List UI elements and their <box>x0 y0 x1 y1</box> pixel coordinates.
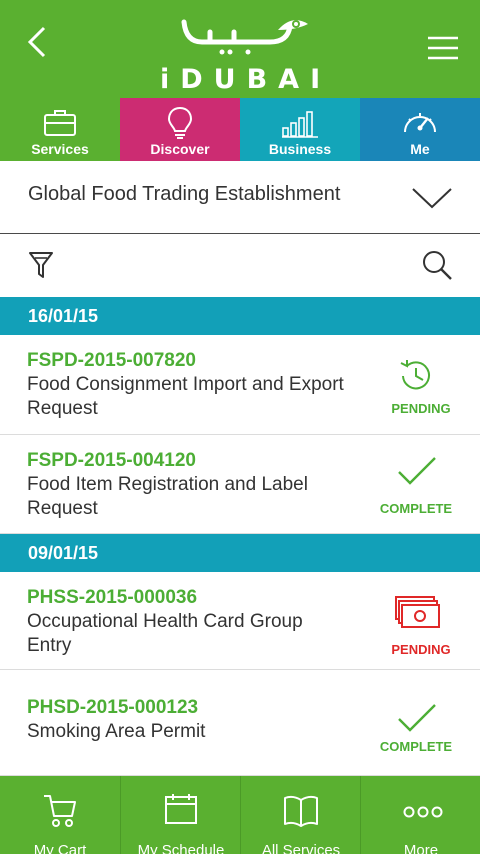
nav-my-schedule[interactable]: My Schedule <box>120 776 240 854</box>
request-id: FSPD-2015-007820 <box>27 350 196 371</box>
request-row[interactable]: PHSS-2015-000036 Occupational Health Car… <box>0 572 480 670</box>
tab-label: Business <box>268 141 332 157</box>
entity-name: Global Food Trading Establishment <box>28 183 341 205</box>
back-button[interactable] <box>22 22 58 62</box>
status-label: PENDING <box>391 401 451 416</box>
checkmark-icon <box>398 457 436 485</box>
tab-discover[interactable]: Discover <box>120 98 240 161</box>
tab-label: Me <box>410 141 430 157</box>
request-id: PHSS-2015-000036 <box>27 587 198 608</box>
entity-selector[interactable]: Global Food Trading Establishment <box>0 161 480 234</box>
more-dots-icon <box>403 806 443 818</box>
nav-label: My Cart <box>33 842 87 854</box>
search-icon <box>423 251 452 280</box>
bottom-nav: My Cart My Schedule All Services More <box>0 776 480 854</box>
request-row[interactable]: FSPD-2015-004120 Food Item Registration … <box>0 435 480 534</box>
cart-icon <box>44 795 76 827</box>
nav-more[interactable]: More <box>360 776 480 854</box>
request-row[interactable]: PHSD-2015-000123 Smoking Area Permit COM… <box>0 670 480 776</box>
nav-label: All Services <box>261 842 341 854</box>
list-toolbar <box>0 234 480 297</box>
request-title: Food Consignment Import and Export Reque… <box>27 374 344 419</box>
tab-label: Discover <box>150 141 210 157</box>
filter-button[interactable] <box>28 250 54 285</box>
chevron-left-icon <box>27 26 46 58</box>
logo-calligraphy-icon <box>181 19 308 55</box>
checkmark-icon <box>398 704 436 732</box>
nav-all-services[interactable]: All Services <box>240 776 360 854</box>
briefcase-icon <box>44 110 76 136</box>
idubai-logo: iDUBAI <box>150 8 332 95</box>
app-header: iDUBAI <box>0 0 480 98</box>
menu-button[interactable] <box>424 34 462 62</box>
logo-text: iDUBAI <box>160 64 332 95</box>
tab-label: Services <box>31 141 89 157</box>
calendar-icon <box>165 794 197 824</box>
request-title: Food Item Registration and Label Request <box>27 474 308 519</box>
tab-services[interactable]: Services <box>0 98 120 161</box>
tab-business[interactable]: Business <box>240 98 360 161</box>
nav-my-cart[interactable]: My Cart <box>0 776 120 854</box>
book-icon <box>284 795 318 827</box>
request-title: Occupational Health Card Group Entry <box>27 611 303 656</box>
bar-chart-icon <box>282 111 318 138</box>
payment-cash-icon <box>395 596 440 628</box>
nav-label: My Schedule <box>137 842 225 854</box>
category-nav: Services Discover Business Me <box>0 98 480 161</box>
speedometer-icon <box>404 113 436 133</box>
request-id: PHSD-2015-000123 <box>27 697 199 718</box>
nav-label: More <box>403 842 439 854</box>
request-id: FSPD-2015-004120 <box>27 450 196 471</box>
status-label: PENDING <box>391 642 451 657</box>
request-row[interactable]: FSPD-2015-007820 Food Consignment Import… <box>0 335 480 435</box>
status-label: COMPLETE <box>379 501 453 516</box>
date-header: 09/01/15 <box>0 534 480 572</box>
search-button[interactable] <box>420 248 454 287</box>
lightbulb-icon <box>167 106 193 139</box>
filter-icon <box>29 252 53 278</box>
tab-me[interactable]: Me <box>360 98 480 161</box>
status-label: COMPLETE <box>379 739 453 754</box>
date-header: 16/01/15 <box>0 297 480 335</box>
chevron-down-icon <box>412 188 452 209</box>
request-title: Smoking Area Permit <box>27 721 206 742</box>
clock-icon <box>400 360 430 390</box>
hamburger-menu-icon <box>428 36 458 60</box>
